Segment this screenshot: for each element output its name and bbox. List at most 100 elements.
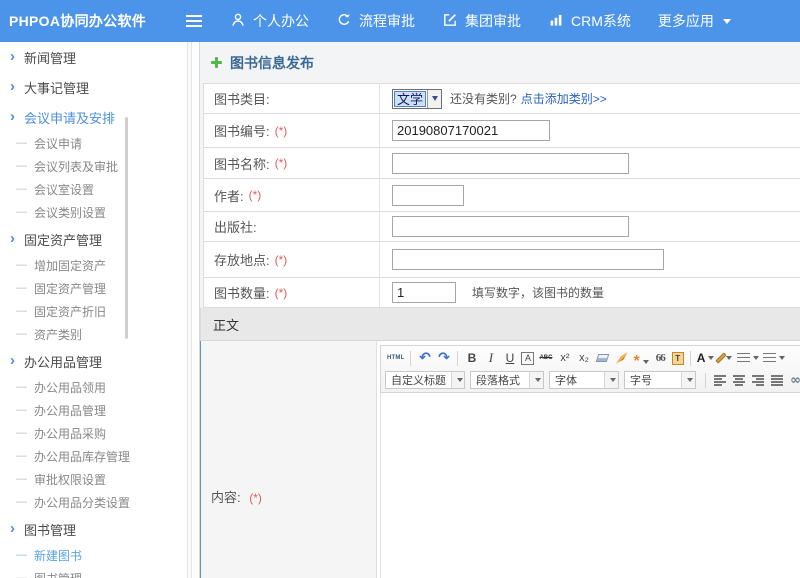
custom-title-select[interactable]: 自定义标题 — [385, 371, 465, 389]
hamburger-icon[interactable] — [186, 15, 202, 27]
book-quantity-label: 图书数量:(*) — [204, 278, 380, 307]
highlight-button[interactable] — [718, 349, 733, 367]
editor-toolbar-row1: HTML↶↷BIUAABCx²x₂*66TA — [385, 347, 800, 369]
sidebar-item-4-2[interactable]: —固定资产管理 — [0, 277, 199, 300]
storage-location-input[interactable] — [392, 249, 664, 270]
author-input[interactable] — [392, 185, 464, 206]
font-color-button[interactable]: A — [697, 349, 715, 367]
sidebar-item-6-2[interactable]: —图书管理 — [0, 567, 199, 578]
align-right-button[interactable] — [750, 371, 765, 389]
form-row-book-category: 图书类目: 文学还没有类别?点击添加类别>> — [203, 84, 800, 114]
sidebar-item-5-6[interactable]: —办公用品分类设置 — [0, 491, 199, 514]
link-button[interactable]: ∞ — [788, 371, 800, 389]
format-brush-button[interactable] — [614, 349, 629, 367]
strikethrough-button-glyph: ABC — [539, 355, 552, 361]
form-row-storage-location: 存放地点:(*) — [203, 242, 800, 278]
dash-icon: — — [16, 282, 27, 294]
dash-icon: — — [16, 404, 27, 416]
caret-down-icon — [753, 356, 759, 360]
underline-button[interactable]: U — [502, 349, 517, 367]
publisher-value-cell — [380, 216, 800, 237]
ordered-list-button[interactable] — [737, 349, 759, 367]
sidebar-item-4-1[interactable]: —增加固定资产 — [0, 254, 199, 277]
sidebar-item-5-4[interactable]: —办公用品库存管理 — [0, 445, 199, 468]
align-justify-button[interactable] — [769, 371, 784, 389]
nav-item-4[interactable]: CRM系统 — [548, 11, 631, 31]
field-label-text: 图书编号: — [214, 121, 270, 140]
page-title: 图书信息发布 — [200, 42, 800, 83]
paragraph-format-select[interactable]: 段落格式 — [470, 371, 544, 389]
select-arrow — [604, 372, 618, 388]
dash-icon: — — [16, 160, 27, 172]
sidebar-scrollbar-track[interactable] — [187, 42, 192, 578]
sidebar-item-4-4[interactable]: —资产类别 — [0, 323, 199, 346]
unordered-list-button-shape — [763, 353, 776, 363]
sidebar-group-1[interactable]: ›新闻管理 — [0, 42, 199, 72]
sidebar-item-5-3[interactable]: —办公用品采购 — [0, 422, 199, 445]
nav-item-label: 个人办公 — [253, 11, 309, 31]
field-label-text: 图书类目: — [214, 89, 270, 108]
sidebar-item-label: 办公用品领用 — [34, 379, 106, 396]
book-number-input[interactable] — [392, 120, 550, 141]
align-left-button-shape — [714, 375, 726, 386]
sidebar-group-3[interactable]: ›会议申请及安排 — [0, 102, 199, 132]
undo-button[interactable]: ↶ — [417, 349, 432, 367]
sidebar-group-6[interactable]: ›图书管理 — [0, 514, 199, 544]
unordered-list-button[interactable] — [763, 349, 785, 367]
font-size-select-value: 字号 — [625, 372, 681, 388]
book-category-value-cell: 文学还没有类别?点击添加类别>> — [380, 89, 800, 109]
sidebar-item-3-4[interactable]: —会议类别设置 — [0, 201, 199, 224]
align-left-button[interactable] — [712, 371, 727, 389]
bold-button[interactable]: B — [464, 349, 479, 367]
underline-button-glyph: U — [506, 351, 515, 365]
book-quantity-input[interactable] — [392, 282, 456, 303]
auto-typeset-button[interactable]: * — [633, 349, 648, 367]
sidebar-item-4-3[interactable]: —固定资产折旧 — [0, 300, 199, 323]
font-border-button[interactable]: A — [521, 352, 534, 365]
sidebar-item-3-1[interactable]: —会议申请 — [0, 132, 199, 155]
dash-icon: — — [16, 137, 27, 149]
rich-text-editor: HTML↶↷BIUAABCx²x₂*66TA 自定义标题段落格式字体字号∞∞ — [380, 345, 800, 578]
html-source-button[interactable]: HTML — [387, 349, 404, 367]
nav-item-1[interactable]: 个人办公 — [230, 11, 309, 31]
author-value-cell — [380, 185, 800, 206]
sidebar-group-2[interactable]: ›大事记管理 — [0, 72, 199, 102]
strikethrough-button[interactable]: ABC — [538, 349, 553, 367]
editor-content[interactable] — [380, 393, 800, 578]
sidebar-item-5-5[interactable]: —审批权限设置 — [0, 468, 199, 491]
dash-icon: — — [16, 572, 27, 578]
sidebar-scrollbar-thumb[interactable] — [125, 117, 128, 339]
nav-item-3[interactable]: 集团审批 — [442, 11, 521, 31]
align-center-button[interactable] — [731, 371, 746, 389]
book-category-select[interactable]: 文学 — [392, 89, 442, 109]
dash-icon: — — [16, 496, 27, 508]
caret-down-icon — [643, 360, 649, 364]
chevron-right-icon: › — [10, 78, 15, 95]
sidebar-item-3-2[interactable]: —会议列表及审批 — [0, 155, 199, 178]
nav-item-5[interactable]: 更多应用 — [658, 11, 731, 31]
font-family-select[interactable]: 字体 — [549, 371, 619, 389]
font-size-select[interactable]: 字号 — [624, 371, 696, 389]
redo-button[interactable]: ↷ — [436, 349, 451, 367]
book-name-input[interactable] — [392, 153, 629, 174]
nav-item-label: CRM系统 — [571, 11, 631, 31]
eraser-button[interactable] — [595, 349, 610, 367]
add-category-link[interactable]: 点击添加类别>> — [521, 90, 607, 107]
nav-item-2[interactable]: 流程审批 — [336, 11, 415, 31]
sidebar-group-5[interactable]: ›办公用品管理 — [0, 346, 199, 376]
subscript-button[interactable]: x₂ — [576, 349, 591, 367]
sidebar-item-6-1[interactable]: —新建图书 — [0, 544, 199, 567]
sidebar-item-5-1[interactable]: —办公用品领用 — [0, 376, 199, 399]
italic-button[interactable]: I — [483, 349, 498, 367]
link-button-glyph: ∞ — [790, 373, 800, 388]
sidebar-item-3-3[interactable]: —会议室设置 — [0, 178, 199, 201]
publisher-input[interactable] — [392, 216, 629, 237]
form-row-book-name: 图书名称:(*) — [203, 148, 800, 179]
sidebar-item-5-2[interactable]: —办公用品管理 — [0, 399, 199, 422]
paste-word-button-glyph: T — [675, 354, 680, 363]
superscript-button[interactable]: x² — [557, 349, 572, 367]
chevron-right-icon: › — [10, 108, 15, 125]
blockquote-button[interactable]: 66 — [653, 349, 668, 367]
paste-word-button[interactable]: T — [672, 352, 684, 365]
sidebar-group-4[interactable]: ›固定资产管理 — [0, 224, 199, 254]
